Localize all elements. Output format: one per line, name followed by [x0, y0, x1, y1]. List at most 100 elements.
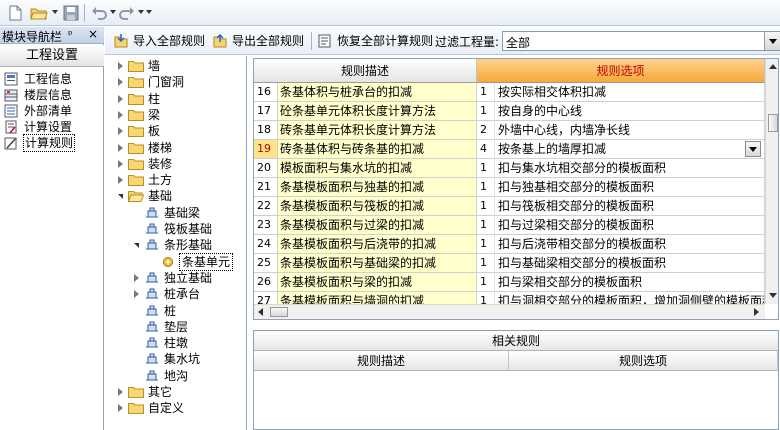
rule-option-cell[interactable]: 按自身的中心线	[495, 102, 765, 121]
rule-desc-cell: 砖条基体积与砖条基的扣减	[278, 140, 477, 159]
rule-desc-cell: 条基模板面积与后浇带的扣减	[278, 235, 477, 254]
tree-node-label: 装修	[148, 156, 173, 171]
nav-item-project-info[interactable]: 工程信息	[2, 71, 102, 87]
undo-icon[interactable]	[90, 4, 108, 22]
rule-desc-cell-text: 条基模板面积与过梁的扣减	[280, 218, 425, 232]
row-number-text: 26	[257, 275, 271, 288]
vertical-scrollbar[interactable]	[765, 59, 778, 304]
scroll-right-icon[interactable]	[754, 308, 759, 316]
customize-icon[interactable]	[146, 10, 152, 14]
table-row[interactable]: 26 条基模板面积与梁的扣减 1 扣与梁相交部分的模板面积	[254, 273, 765, 292]
pin-icon[interactable]: ᵖ	[68, 28, 73, 41]
restore-all-rules-button[interactable]: 恢复全部计算规则	[317, 32, 437, 50]
table-row[interactable]: 16 条基体积与桩承台的扣减 1 按实际相交体积扣减	[254, 83, 765, 102]
rule-option-cell[interactable]: 按实际相交体积扣减	[495, 83, 765, 102]
open-dropdown-arrow[interactable]	[52, 10, 58, 14]
related-rules-panel: 相关规则 规则描述 规则选项	[253, 330, 779, 430]
rule-option-cell[interactable]: 扣与独基相交部分的模板面积	[495, 178, 765, 197]
close-icon[interactable]: ×	[88, 27, 98, 41]
collapse-arrow-icon[interactable]	[118, 194, 123, 200]
vertical-scroll-thumb[interactable]	[768, 114, 778, 132]
expand-arrow-icon[interactable]	[118, 62, 123, 70]
expand-arrow-icon[interactable]	[118, 110, 123, 119]
rule-option-cell-text: 按自身的中心线	[498, 104, 583, 118]
chevron-down-icon[interactable]	[764, 32, 780, 50]
expand-arrow-icon[interactable]	[118, 143, 123, 152]
rule-desc-cell-text: 条基模板面积与独基的扣减	[280, 180, 425, 194]
table-row[interactable]: 25 条基模板面积与基础梁的扣减 1 扣与基础梁相交部分的模板面积	[254, 254, 765, 273]
option-number-cell: 1	[477, 178, 495, 197]
filter-quantity-select[interactable]: 全部	[502, 31, 780, 51]
column-header-rule-option[interactable]: 规则选项	[477, 59, 765, 83]
related-column-rule-option[interactable]: 规则选项	[509, 351, 778, 371]
expand-arrow-icon[interactable]	[118, 388, 123, 396]
rule-option-cell[interactable]: 扣与集水坑相交部分的模板面积	[495, 159, 765, 178]
row-number-text: 16	[257, 85, 271, 98]
expand-arrow-icon[interactable]	[118, 176, 123, 185]
scroll-left-icon[interactable]	[258, 308, 263, 316]
open-folder-icon[interactable]	[30, 4, 48, 22]
table-row[interactable]: 17 砼条基单元体积长度计算方法 1 按自身的中心线	[254, 102, 765, 121]
gear-icon	[160, 256, 176, 268]
rule-option-cell[interactable]: 扣与过梁相交部分的模板面积	[495, 216, 765, 235]
project-info-icon	[4, 72, 18, 86]
option-number-cell: 1	[477, 102, 495, 121]
expand-arrow-icon[interactable]	[118, 404, 123, 413]
related-column-rule-desc[interactable]: 规则描述	[254, 351, 509, 371]
collapse-arrow-icon[interactable]	[134, 243, 139, 249]
redo-icon[interactable]	[118, 4, 136, 22]
rule-desc-cell: 条基体积与桩承台的扣减	[278, 83, 477, 102]
rule-option-cell[interactable]: 扣与筏板相交部分的模板面积	[495, 197, 765, 216]
row-number-text: 22	[257, 199, 271, 212]
scroll-up-icon[interactable]	[769, 64, 777, 69]
rule-option-cell[interactable]: 扣与后浇带相交部分的模板面积	[495, 235, 765, 254]
scroll-down-icon[interactable]	[769, 293, 777, 298]
table-row[interactable]: 23 条基模板面积与过梁的扣减 1 扣与过梁相交部分的模板面积	[254, 216, 765, 235]
rule-desc-cell: 砼条基单元体积长度计算方法	[278, 102, 477, 121]
row-number: 26	[254, 273, 278, 292]
tree-node-label: 其它	[148, 385, 173, 399]
new-file-icon[interactable]	[6, 4, 24, 22]
nav-item-floor-info[interactable]: 楼层信息	[2, 87, 102, 103]
save-icon[interactable]	[62, 4, 80, 22]
tree-node-label: 自定义	[148, 401, 185, 416]
table-row[interactable]: 22 条基模板面积与筏板的扣减 1 扣与筏板相交部分的模板面积	[254, 197, 765, 216]
table-row[interactable]: 19 砖条基体积与砖条基的扣减 4 按条基上的墙厚扣减	[254, 140, 765, 159]
rules-grid: 规则描述 规则选项 16 条基体积与桩承台的扣减 1 按实际相交体积扣减 17 砼条基单元…	[253, 58, 779, 320]
tree-node-label: 桩承台	[164, 287, 201, 302]
column-header-rule-desc[interactable]: 规则描述	[254, 59, 477, 83]
rule-desc-cell: 条基模板面积与独基的扣减	[278, 178, 477, 197]
rule-option-cell[interactable]: 按条基上的墙厚扣减	[495, 140, 765, 159]
expand-arrow-icon[interactable]	[118, 127, 123, 136]
horizontal-scroll-thumb[interactable]	[270, 307, 288, 317]
option-number-cell-text: 1	[480, 199, 487, 212]
rule-option-cell-text: 扣与梁相交部分的模板面积	[498, 275, 643, 289]
option-number-cell: 2	[477, 121, 495, 140]
expand-arrow-icon[interactable]	[118, 94, 123, 103]
nav-section-project-settings[interactable]: 工程设置	[0, 45, 104, 67]
folder-icon	[128, 158, 144, 170]
table-row[interactable]: 20 模板面积与集水坑的扣减 1 扣与集水坑相交部分的模板面积	[254, 159, 765, 178]
nav-item-calc-rules[interactable]: 计算规则	[2, 134, 102, 152]
expand-arrow-icon[interactable]	[134, 273, 139, 282]
nav-item-external-list[interactable]: 外部清单	[2, 103, 102, 119]
export-all-rules-button[interactable]: 导出全部规则	[212, 32, 312, 50]
restore-icon	[318, 34, 331, 48]
expand-arrow-icon[interactable]	[118, 159, 123, 168]
nav-item-calc-settings[interactable]: 计算设置	[2, 119, 102, 135]
rule-option-cell[interactable]: 外墙中心线，内墙净长线	[495, 121, 765, 140]
rule-option-cell[interactable]: 扣与基础梁相交部分的模板面积	[495, 254, 765, 273]
expand-arrow-icon[interactable]	[134, 290, 139, 299]
chevron-down-icon[interactable]	[745, 141, 761, 157]
redo-dropdown-arrow[interactable]	[138, 10, 144, 14]
expand-arrow-icon[interactable]	[118, 78, 123, 87]
row-number-text: 18	[257, 123, 271, 136]
undo-dropdown-arrow[interactable]	[110, 10, 116, 14]
row-number: 22	[254, 197, 278, 216]
rule-option-cell[interactable]: 扣与梁相交部分的模板面积	[495, 273, 765, 292]
table-row[interactable]: 18 砖条基单元体积长度计算方法 2 外墙中心线，内墙净长线	[254, 121, 765, 140]
table-row[interactable]: 21 条基模板面积与独基的扣减 1 扣与独基相交部分的模板面积	[254, 178, 765, 197]
horizontal-scrollbar[interactable]	[254, 304, 765, 319]
import-all-rules-button[interactable]: 导入全部规则	[113, 32, 213, 50]
table-row[interactable]: 24 条基模板面积与后浇带的扣减 1 扣与后浇带相交部分的模板面积	[254, 235, 765, 254]
